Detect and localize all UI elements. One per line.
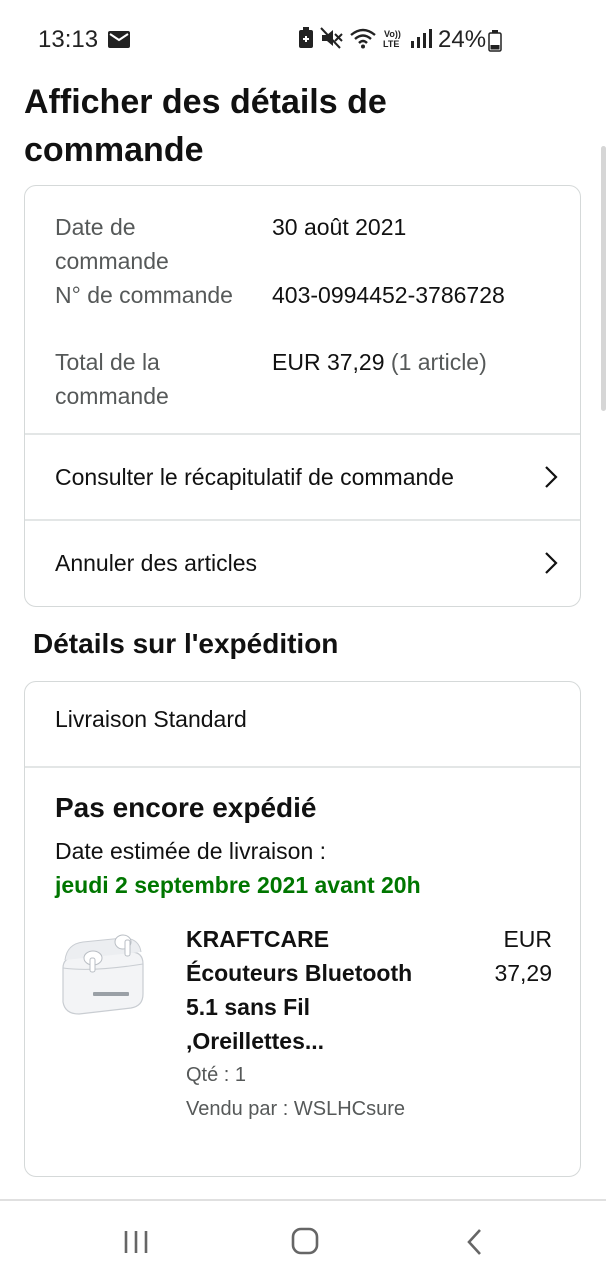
- back-icon[interactable]: [456, 1225, 496, 1259]
- battery-percent: 24%: [438, 26, 487, 53]
- product-quantity: Qté : 1: [186, 1064, 247, 1086]
- chevron-right-icon: [545, 552, 558, 574]
- chevron-right-icon: [545, 466, 558, 488]
- mute-icon: [320, 27, 343, 49]
- svg-text:Vo)): Vo)): [384, 29, 401, 39]
- order-total-label: Total de la commande: [55, 349, 169, 409]
- page-title: Afficher des détails de commande: [24, 83, 387, 169]
- view-order-summary-link[interactable]: Consulter le récapitulatif de commande: [25, 434, 580, 520]
- order-summary-card: Date de commande 30 août 2021 N° de comm…: [24, 185, 581, 607]
- delivery-estimate-date: jeudi 2 septembre 2021 avant 20h: [55, 872, 421, 898]
- home-icon[interactable]: [285, 1225, 325, 1259]
- order-number-label: N° de commande: [55, 282, 233, 308]
- shipping-section-title: Détails sur l'expédition: [33, 628, 339, 659]
- product-title[interactable]: KRAFTCARE Écouteurs Bluetooth 5.1 sans F…: [186, 922, 426, 1058]
- status-bar: 13:13 Vo)) LTE 24%: [0, 0, 606, 80]
- battery-icon: [488, 30, 502, 52]
- product-image[interactable]: [53, 922, 153, 1022]
- volte-icon: Vo)) LTE: [383, 29, 401, 49]
- cancel-items-label: Annuler des articles: [55, 549, 257, 576]
- delivery-estimate-label: Date estimée de livraison :: [55, 838, 327, 864]
- order-number-value: 403-0994452-3786728: [272, 282, 505, 308]
- order-total-value: EUR 37,29 (1 article): [272, 345, 487, 379]
- order-item-count: (1 article): [390, 349, 487, 375]
- wifi-icon: [350, 28, 376, 49]
- shipping-method: Livraison Standard: [55, 706, 247, 732]
- product-price: EUR 37,29: [494, 926, 552, 986]
- view-order-summary-label: Consulter le récapitulatif de commande: [55, 463, 454, 490]
- signal-icon: [411, 29, 432, 48]
- mail-icon: [108, 31, 130, 48]
- battery-saver-icon: [299, 27, 313, 48]
- order-date-value: 30 août 2021: [272, 214, 407, 240]
- shipment-status: Pas encore expédié: [55, 792, 317, 823]
- order-total-amount: EUR 37,29: [272, 349, 385, 375]
- system-nav-bar: [0, 1201, 606, 1280]
- svg-text:LTE: LTE: [383, 39, 399, 49]
- status-time: 13:13: [38, 26, 99, 53]
- order-date-label: Date de commande: [55, 214, 169, 274]
- shipment-card: Livraison Standard Pas encore expédié Da…: [24, 681, 581, 1177]
- product-seller: Vendu par : WSLHCsure: [186, 1098, 405, 1120]
- cancel-items-link[interactable]: Annuler des articles: [25, 520, 580, 606]
- scrollbar[interactable]: [601, 146, 606, 411]
- divider: [25, 766, 580, 768]
- recent-apps-icon[interactable]: [116, 1225, 156, 1259]
